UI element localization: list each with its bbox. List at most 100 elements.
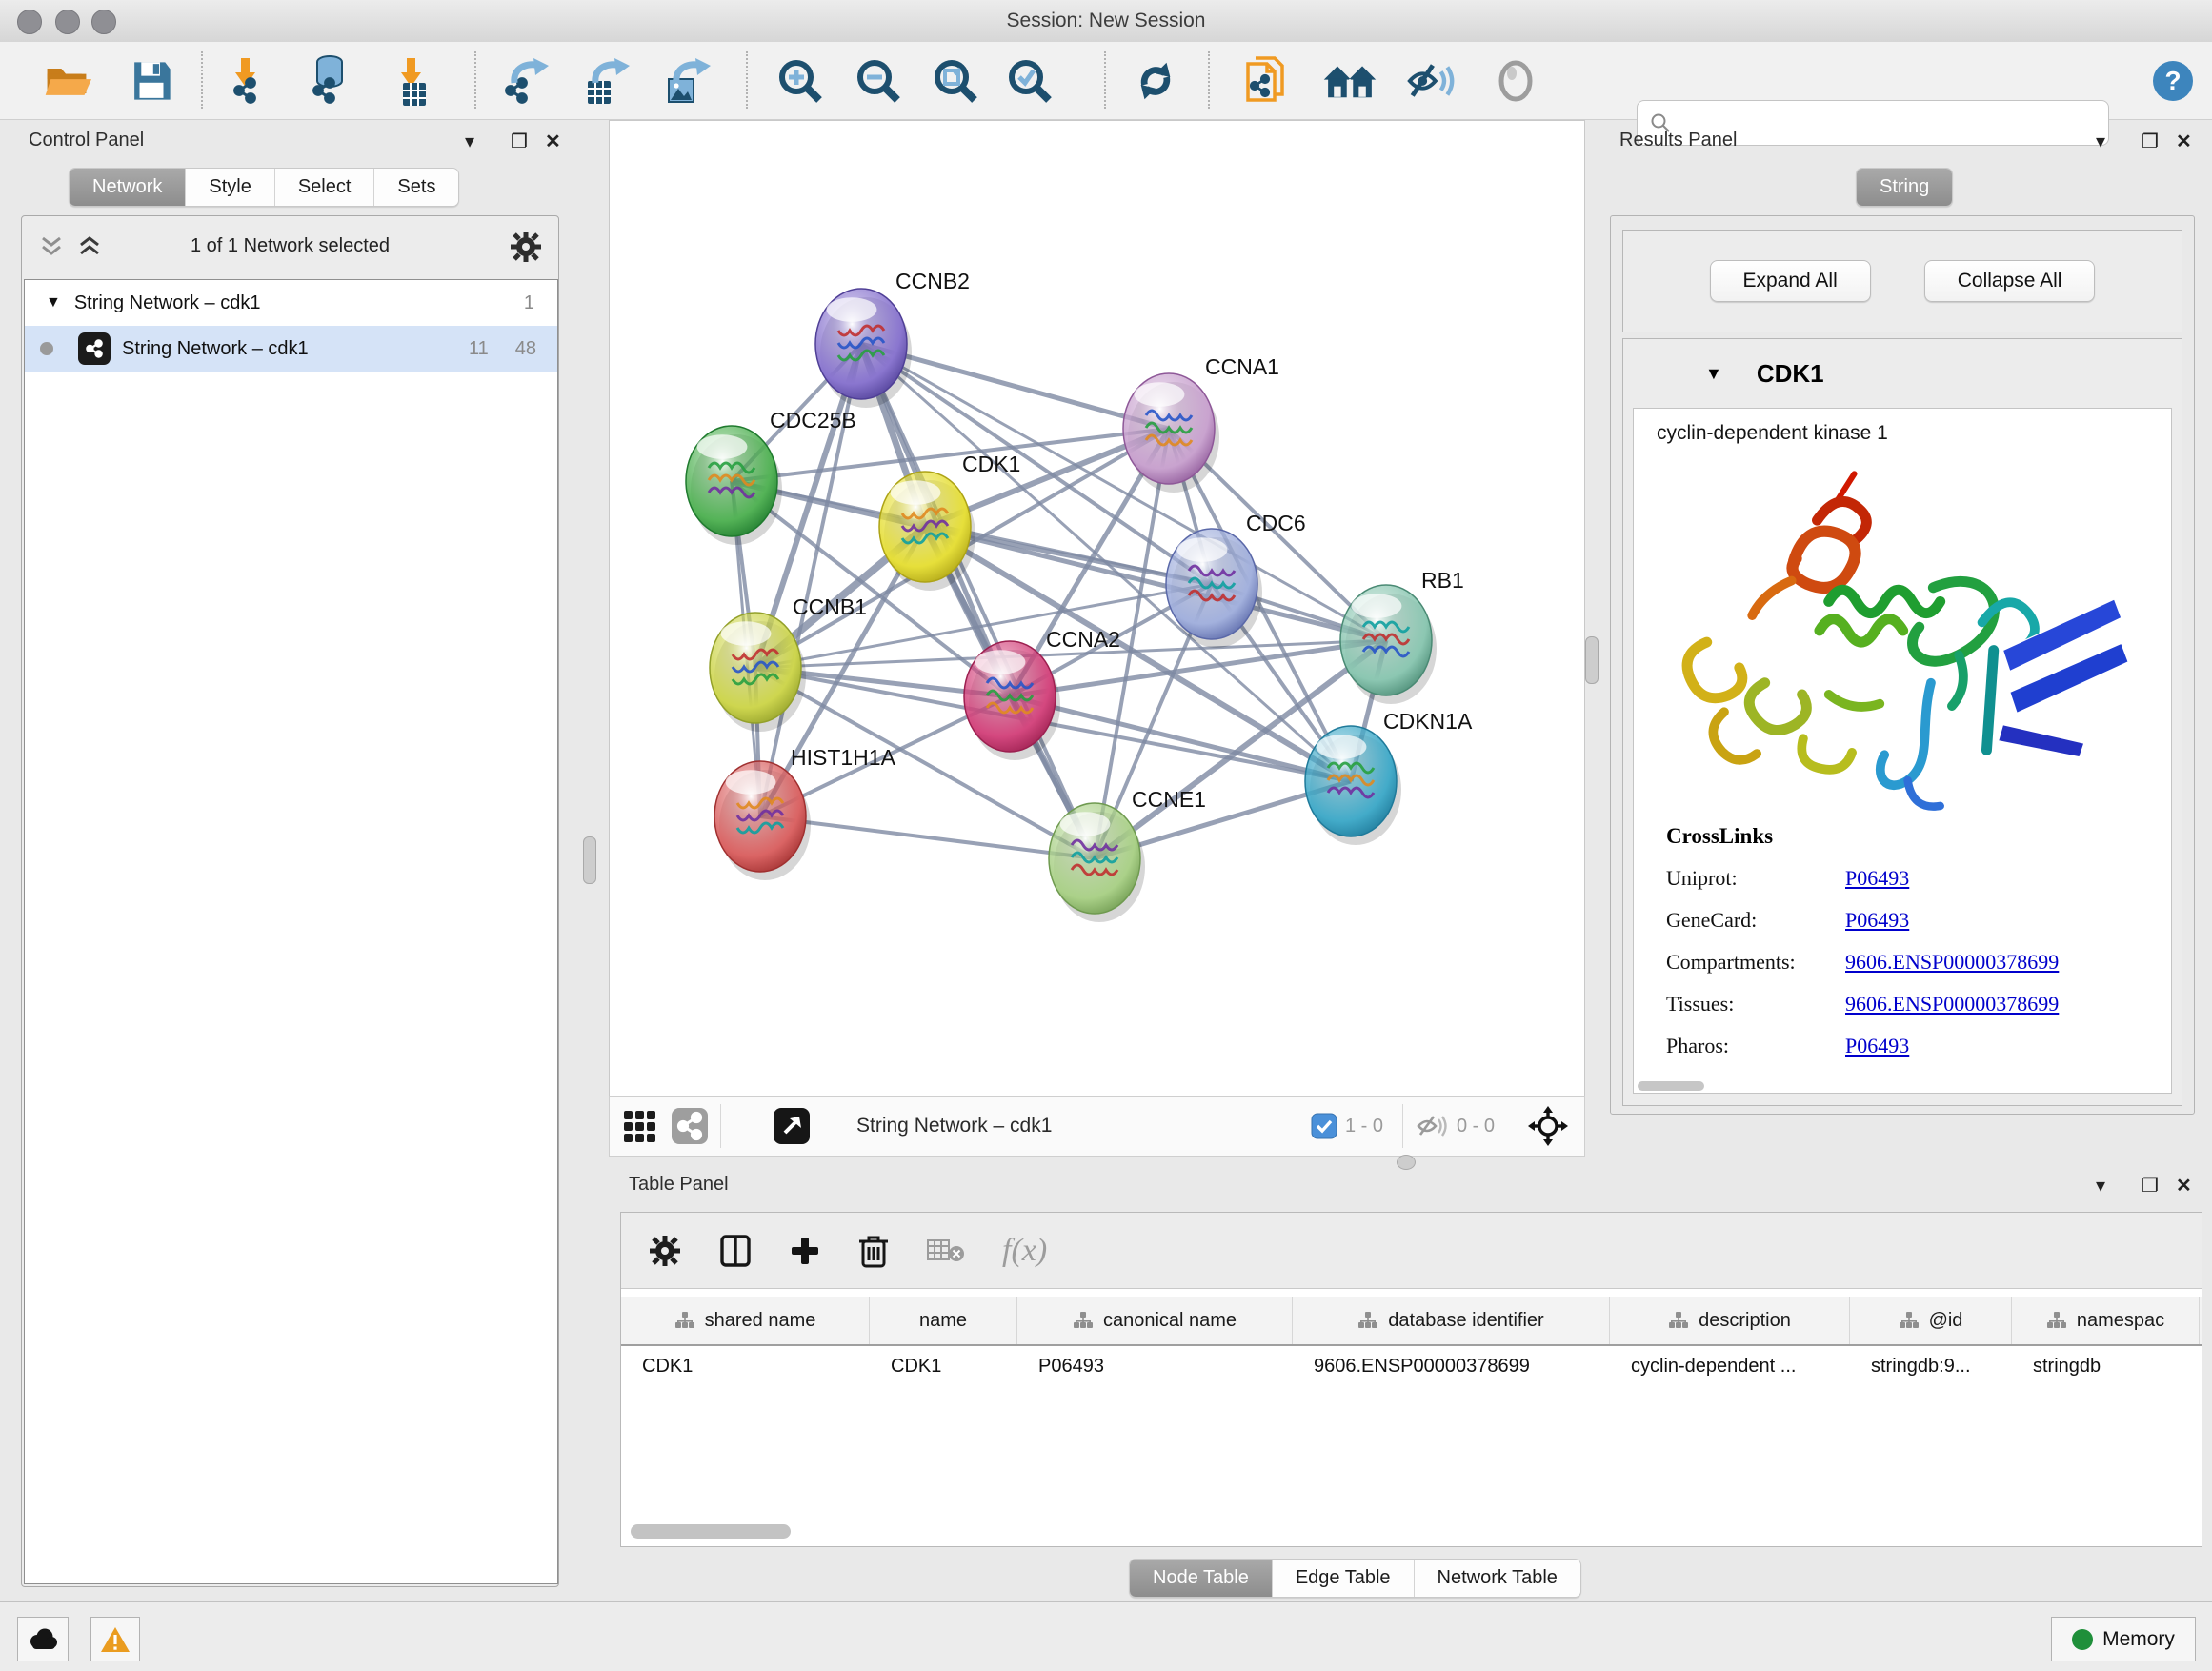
node-HIST1H1A[interactable]: HIST1H1A [714,745,896,880]
section-collapse-icon[interactable]: ▼ [1705,364,1722,384]
zoom-selected-button[interactable] [1002,53,1057,109]
section-title: CDK1 [1757,359,1824,389]
tab-network[interactable]: Network [70,169,186,206]
import-network-database-button[interactable] [300,53,355,109]
network-canvas[interactable]: CCNB2CCNA1CDC25BCDK1CDC6RB1CCNB1CCNA2CDK… [609,120,1585,1097]
control-panel-close-icon[interactable]: ✕ [545,130,561,154]
search-input[interactable] [1672,104,2108,142]
grid-view-icon[interactable] [621,1108,657,1144]
open-session-button[interactable] [39,53,94,109]
column-header-namespac[interactable]: namespac [2012,1297,2200,1344]
node-table: f(x) shared namenamecanonical namedataba… [620,1212,2202,1547]
import-table-button[interactable] [385,53,440,109]
edge[interactable] [861,344,1095,858]
import-network-file-button[interactable] [219,53,274,109]
node-CDC25B[interactable]: CDC25B [686,408,856,545]
export-table-button[interactable] [579,53,634,109]
node-label: CDK1 [962,452,1020,476]
results-horizontal-scrollbar[interactable] [1638,1081,1704,1091]
table-horizontal-scrollbar[interactable] [631,1524,791,1539]
crosslink-link[interactable]: P06493 [1845,1034,1909,1058]
column-label: namespac [2077,1310,2164,1332]
column-header-@id[interactable]: @id [1850,1297,2012,1344]
results-panel-menu-icon[interactable]: ▾ [2096,130,2105,154]
zoom-in-icon [775,56,825,106]
column-header-name[interactable]: name [870,1297,1017,1344]
show-welcome-screen-button[interactable] [1322,53,1377,109]
column-header-description[interactable]: description [1610,1297,1850,1344]
network-options-gear-icon[interactable] [509,230,543,264]
tab-network-table[interactable]: Network Table [1415,1560,1580,1597]
import-database-icon [302,54,353,108]
left-splitter-handle[interactable] [583,836,596,884]
birdseye-toggle-button[interactable] [1488,53,1543,109]
export-network-button[interactable] [498,53,553,109]
table-options-gear-icon[interactable] [648,1234,682,1268]
column-header-database-identifier[interactable]: database identifier [1293,1297,1610,1344]
bottom-splitter-handle[interactable] [1397,1155,1416,1170]
crosslink-link[interactable]: 9606.ENSP00000378699 [1845,950,2059,975]
zoom-in-button[interactable] [773,53,828,109]
column-type-icon [1668,1311,1689,1330]
crosslink-link[interactable]: P06493 [1845,908,1909,933]
column-type-icon [674,1311,695,1330]
save-session-button[interactable] [124,53,179,109]
node-CDC6[interactable]: CDC6 [1166,511,1306,648]
export-image-button[interactable] [660,53,715,109]
zoom-out-button[interactable] [851,53,906,109]
tab-select[interactable]: Select [275,169,375,206]
network-graph: CCNB2CCNA1CDC25BCDK1CDC6RB1CCNB1CCNA2CDK… [610,121,1584,1097]
zoom-out-icon [854,56,903,106]
node-CCNB2[interactable]: CCNB2 [815,269,970,408]
results-panel-float-icon[interactable]: ❐ [2142,130,2159,154]
table-panel-float-icon[interactable]: ❐ [2142,1174,2159,1198]
node-CDKN1A[interactable]: CDKN1A [1305,709,1473,845]
control-panel-float-icon[interactable]: ❐ [511,130,528,154]
selected-checkbox-icon[interactable] [1311,1113,1337,1139]
string-share-icon[interactable] [671,1107,709,1145]
memory-button[interactable]: Memory [2051,1617,2196,1661]
control-panel-menu-icon[interactable]: ▾ [465,130,474,154]
cloud-status-button[interactable] [17,1617,69,1661]
cdk1-section-header[interactable]: ▼ CDK1 [1623,339,2182,408]
network-collection-row[interactable]: ▼ String Network – cdk1 1 [25,280,557,326]
table-row[interactable]: CDK1CDK1P064939606.ENSP00000378699cyclin… [621,1344,2202,1388]
node-CCNA1[interactable]: CCNA1 [1123,354,1279,493]
right-splitter-handle[interactable] [1585,636,1599,684]
tab-edge-table[interactable]: Edge Table [1273,1560,1415,1597]
zoom-fit-button[interactable] [928,53,983,109]
show-hide-graphics-details-button[interactable] [1403,53,1458,109]
node-RB1[interactable]: RB1 [1340,568,1464,704]
refresh-button[interactable] [1128,53,1183,109]
show-columns-icon[interactable] [718,1234,753,1268]
crosslink-link[interactable]: P06493 [1845,866,1909,891]
column-label: canonical name [1103,1310,1237,1332]
table-panel-close-icon[interactable]: ✕ [2176,1174,2192,1198]
open-in-new-window-icon[interactable] [773,1107,811,1145]
table-panel-menu-icon[interactable]: ▾ [2096,1174,2105,1198]
network-row-selected[interactable]: String Network – cdk1 11 48 [25,326,557,372]
tab-string[interactable]: String [1857,169,1952,206]
expand-all-button[interactable]: Expand All [1710,260,1871,302]
tab-style[interactable]: Style [186,169,274,206]
new-network-from-selection-button[interactable] [1237,53,1293,109]
toolbar-separator [201,51,203,109]
create-column-plus-icon[interactable] [789,1235,821,1267]
column-header-canonical-name[interactable]: canonical name [1017,1297,1293,1344]
help-button[interactable]: ? [2145,53,2201,109]
network-view-title: String Network – cdk1 [856,1115,1052,1137]
birdseye-crosshair-icon[interactable] [1527,1105,1569,1147]
warning-status-button[interactable] [90,1617,140,1661]
crosslink-label: Pharos: [1666,1034,1845,1058]
open-folder-icon [42,56,91,106]
tab-node-table[interactable]: Node Table [1130,1560,1273,1597]
tree-expand-icon[interactable]: ▼ [46,294,61,312]
memory-ok-dot-icon [2072,1629,2093,1650]
crosslink-link[interactable]: 9606.ENSP00000378699 [1845,992,2059,1017]
delete-column-trash-icon[interactable] [857,1233,890,1269]
node-label: CCNE1 [1132,787,1206,812]
tab-sets[interactable]: Sets [374,169,458,206]
column-header-shared-name[interactable]: shared name [621,1297,870,1344]
results-panel-close-icon[interactable]: ✕ [2176,130,2192,154]
collapse-all-button[interactable]: Collapse All [1924,260,2096,302]
